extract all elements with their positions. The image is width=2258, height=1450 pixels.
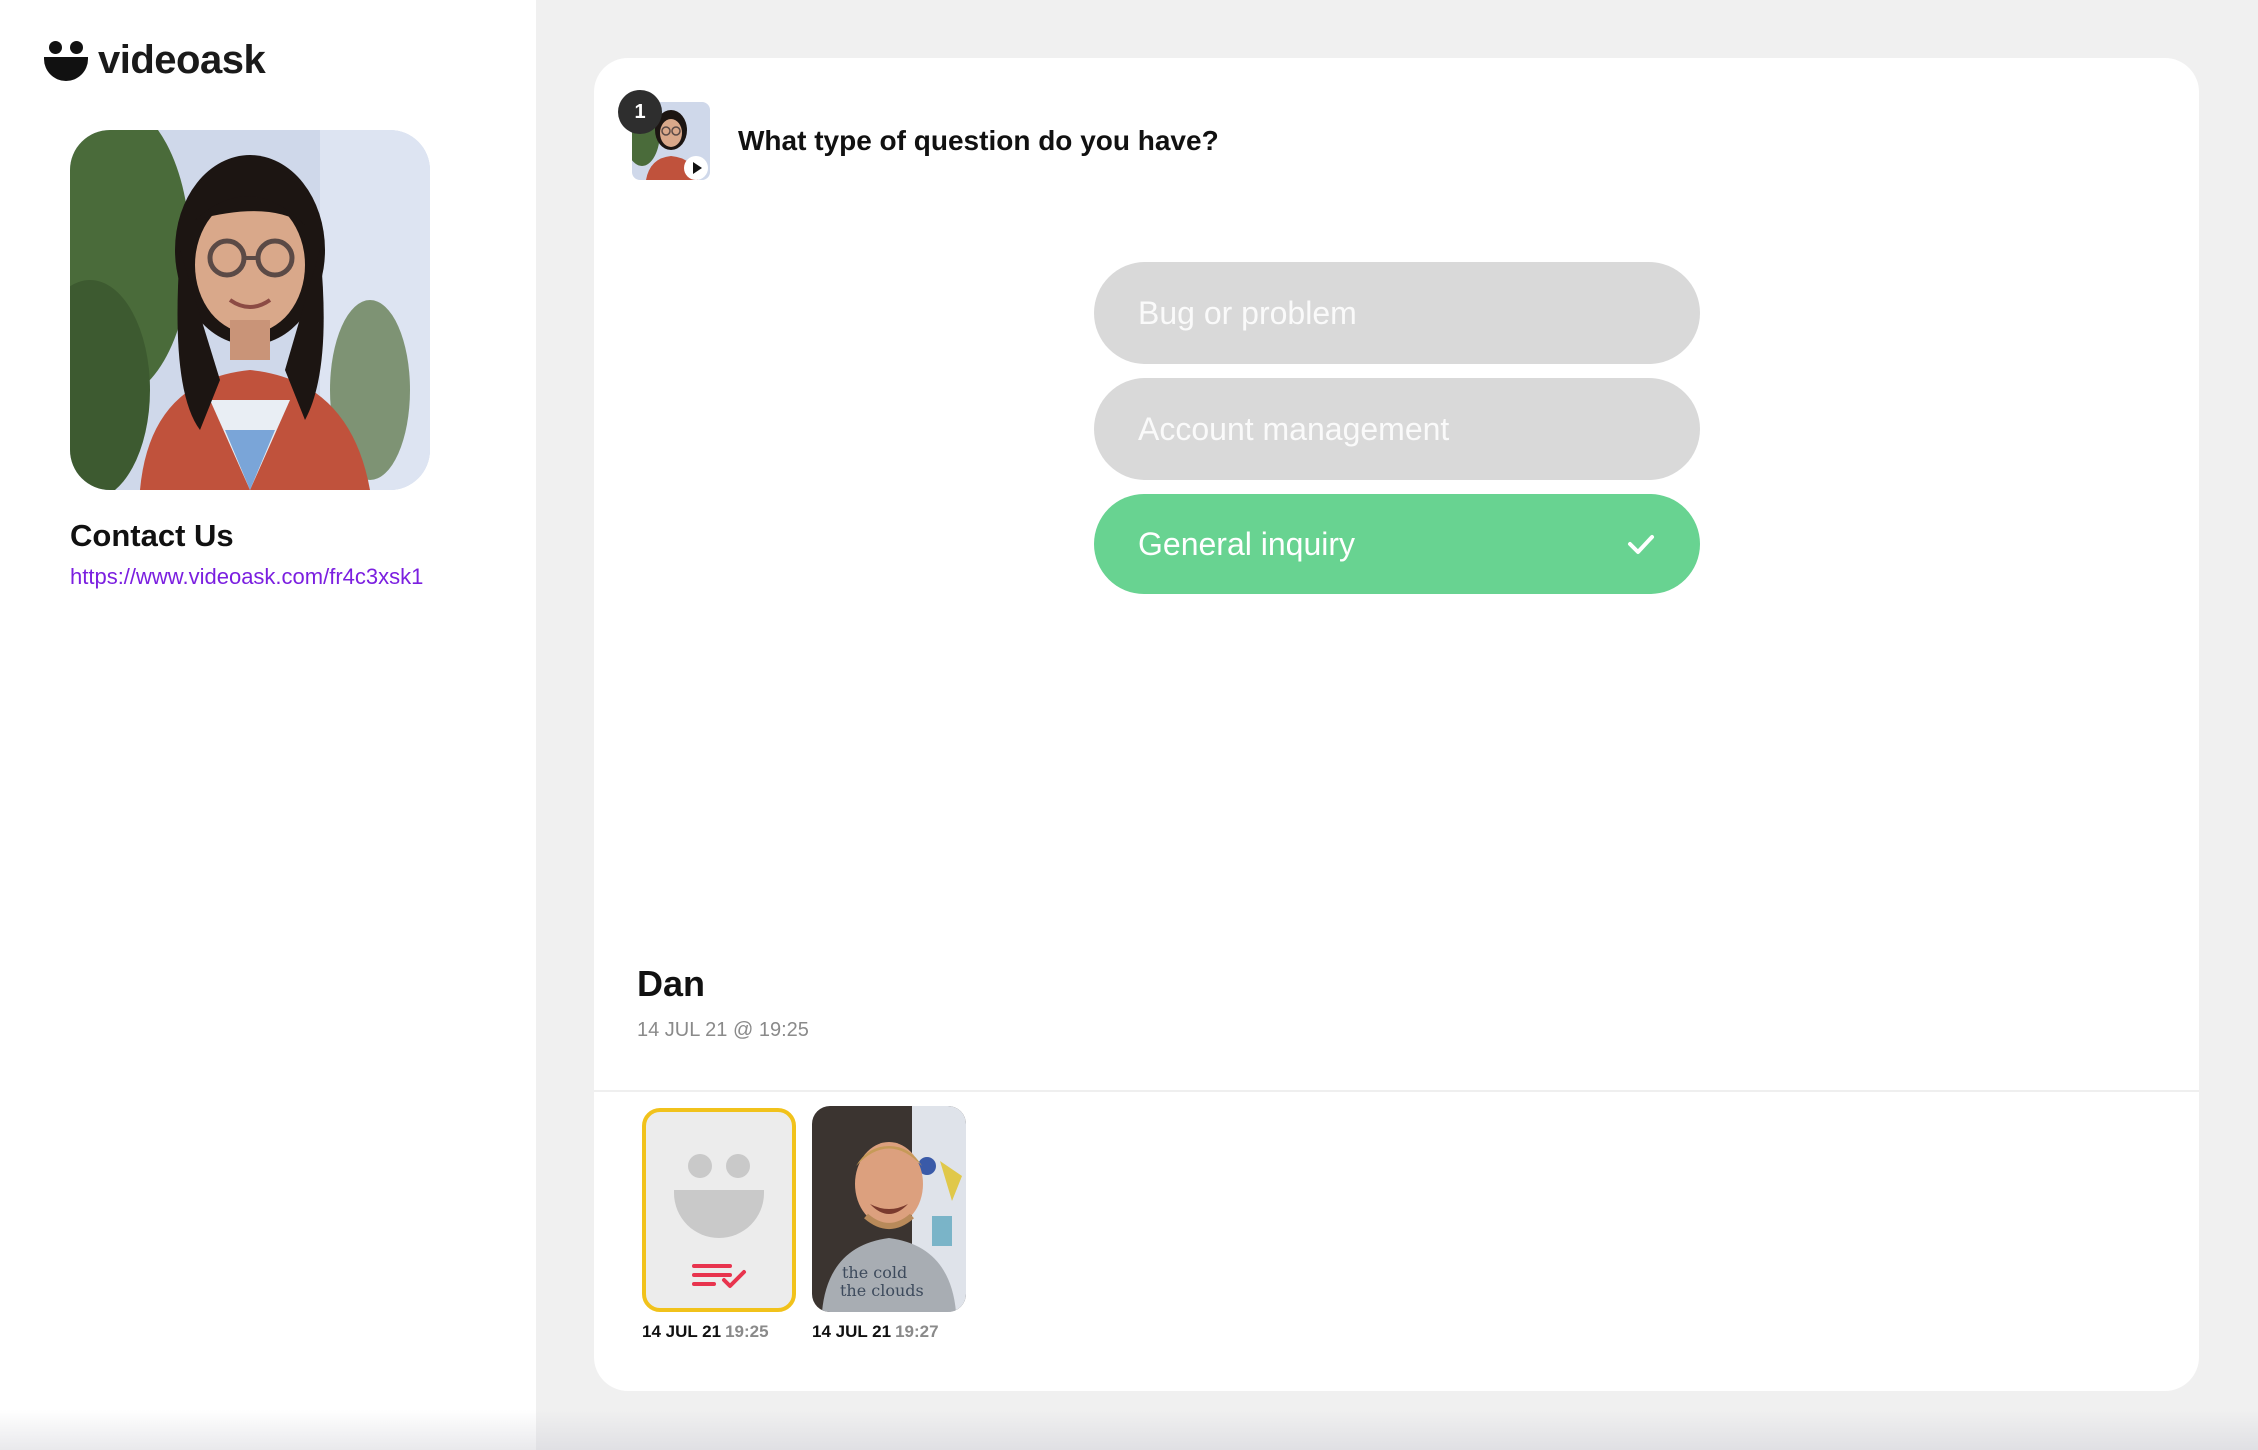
responder-date: 14 JUL 21 @ 19:25 — [637, 1019, 809, 1041]
choice-options: Bug or problem Account management Genera… — [1094, 262, 1700, 608]
response-card: 1 What type of question do you have? Bug… — [594, 58, 2199, 1391]
answer-timestamp: 14 JUL 21 19:25 — [642, 1322, 796, 1342]
responder-name: Dan — [637, 963, 706, 1004]
smile-logo-icon — [44, 39, 88, 83]
answer-time: 19:25 — [725, 1322, 769, 1341]
play-icon[interactable] — [684, 156, 708, 180]
answer-date: 14 JUL 21 — [642, 1322, 722, 1341]
svg-text:the cold: the cold — [842, 1263, 907, 1282]
option-general-inquiry[interactable]: General inquiry — [1094, 494, 1700, 594]
step-video-thumbnail[interactable]: 1 — [618, 90, 710, 180]
profile-photo — [70, 130, 430, 490]
sidebar: videoask Contact Us https://www.videoask… — [0, 0, 536, 1450]
check-icon — [1628, 535, 1654, 554]
app-root: videoask Contact Us https://www.videoask… — [0, 0, 2258, 1450]
svg-text:the clouds: the clouds — [840, 1281, 924, 1300]
answer-time: 19:27 — [895, 1322, 939, 1341]
step-number-badge: 1 — [618, 90, 662, 134]
videoask-logo[interactable]: videoask — [44, 38, 266, 83]
page-title: Contact Us — [70, 518, 234, 553]
share-link[interactable]: https://www.videoask.com/fr4c3xsk1 — [70, 564, 423, 590]
divider — [594, 1090, 2199, 1092]
option-bug-or-problem[interactable]: Bug or problem — [1094, 262, 1700, 364]
sidebar-bottom-fade — [0, 1410, 536, 1450]
question-text: What type of question do you have? — [738, 125, 1219, 156]
step-header: 1 What type of question do you have? — [618, 90, 1219, 180]
text-answer-icon — [692, 1264, 746, 1288]
option-label: Bug or problem — [1138, 294, 1357, 331]
option-label: Account management — [1138, 410, 1450, 447]
video-answer-thumbnail[interactable]: the cold the clouds — [812, 1106, 966, 1312]
main-bottom-fade — [536, 1410, 2258, 1450]
answer-list: 14 JUL 21 19:25 the cold the clouds 14 J… — [642, 1106, 982, 1342]
text-answer-tile[interactable] — [642, 1108, 796, 1312]
answer-item-video[interactable]: the cold the clouds 14 JUL 21 19:27 — [812, 1106, 966, 1342]
option-label: General inquiry — [1138, 525, 1355, 562]
responder-info: Dan 14 JUL 21 @ 19:25 — [637, 963, 809, 1042]
option-account-management[interactable]: Account management — [1094, 378, 1700, 480]
answer-timestamp: 14 JUL 21 19:27 — [812, 1322, 966, 1342]
logo-text: videoask — [98, 38, 266, 82]
answer-item-text[interactable]: 14 JUL 21 19:25 — [642, 1108, 796, 1342]
answer-date: 14 JUL 21 — [812, 1322, 892, 1341]
